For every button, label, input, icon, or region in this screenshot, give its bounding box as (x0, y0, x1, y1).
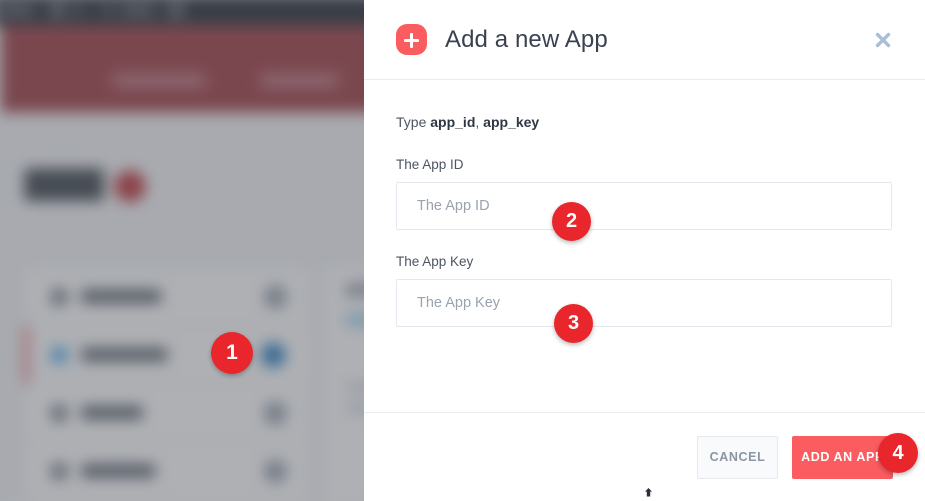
step-badge-1: 1 (211, 332, 253, 374)
modal-body: Type app_id, app_key The App ID The App … (364, 80, 925, 412)
step-badge-4: 4 (878, 433, 918, 473)
app-id-label: The App ID (396, 156, 464, 172)
modal-header: Add a new App (364, 0, 925, 80)
mouse-cursor (641, 487, 656, 501)
step-badge-3: 3 (554, 304, 593, 343)
type-hint-field-one: app_id (430, 114, 476, 130)
app-id-field-group: The App ID (396, 157, 893, 230)
add-app-modal: Add a new App Type app_id, app_key The A… (364, 0, 925, 501)
type-hint: Type app_id, app_key (396, 114, 893, 131)
app-key-input[interactable] (396, 279, 892, 328)
step-badge-2: 2 (552, 202, 591, 241)
screen: Add a new App Type app_id, app_key The A… (0, 0, 925, 501)
type-hint-prefix: Type (396, 114, 431, 130)
app-id-field-wrap (396, 181, 893, 230)
plus-icon (396, 24, 427, 55)
app-id-input[interactable] (396, 181, 892, 230)
app-key-label: The App Key (396, 253, 474, 269)
app-key-field-group: The App Key (396, 253, 893, 328)
close-icon[interactable] (869, 26, 897, 54)
type-hint-field-two: app_key (483, 114, 540, 130)
cancel-button[interactable]: CANCEL (697, 435, 778, 479)
modal-title: Add a new App (445, 25, 608, 53)
app-key-field-wrap (396, 279, 893, 328)
type-hint-separator: , (475, 114, 484, 130)
